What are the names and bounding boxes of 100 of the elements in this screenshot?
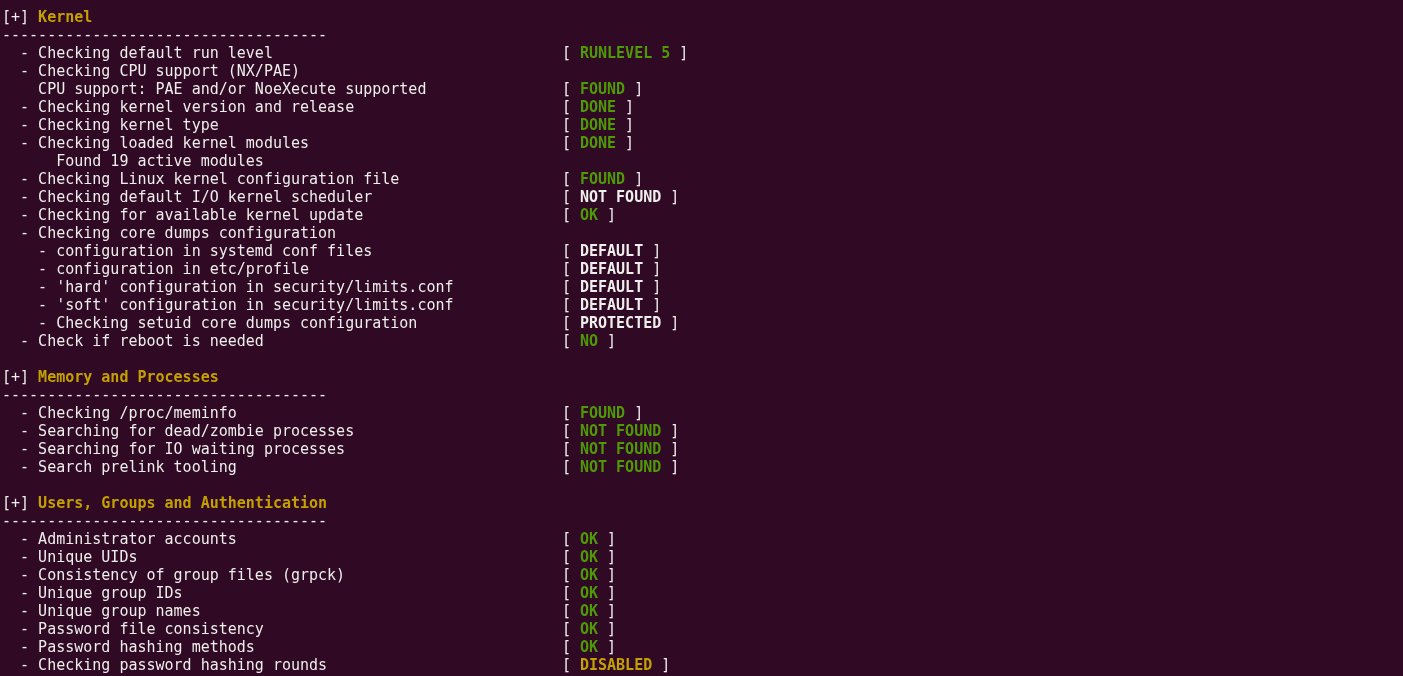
bracket-mark: [: [561, 656, 571, 674]
status-text: DONE: [579, 98, 617, 116]
bracket-mark: ]: [670, 314, 680, 332]
bracket-mark: [: [561, 296, 571, 314]
bracket-mark: ]: [607, 206, 617, 224]
bracket-mark: ]: [634, 404, 644, 422]
section-marker: [+]: [2, 494, 30, 512]
section-rule: ------------------------------------: [2, 386, 328, 404]
bracket-mark: [: [561, 98, 571, 116]
bracket-mark: [: [561, 620, 571, 638]
check-text: - Checking password hashing rounds: [20, 656, 328, 674]
check-text: - configuration in systemd conf files: [38, 242, 373, 260]
bracket-mark: [: [561, 80, 571, 98]
check-text: - Searching for dead/zombie processes: [20, 422, 355, 440]
bracket-mark: ]: [607, 530, 617, 548]
bracket-mark: [: [561, 332, 571, 350]
bracket-mark: ]: [625, 98, 635, 116]
bracket-mark: [: [561, 260, 571, 278]
status-text: NOT FOUND: [579, 458, 662, 476]
check-text: - 'soft' configuration in security/limits.conf: [38, 296, 454, 314]
bracket-mark: ]: [652, 260, 662, 278]
status-text: OK: [579, 638, 598, 656]
check-text: - configuration in etc/profile: [38, 260, 310, 278]
check-text: CPU support: PAE and/or NoeXecute supported: [38, 80, 427, 98]
check-text: - Checking setuid core dumps configuration: [38, 314, 418, 332]
bracket-mark: [: [561, 584, 571, 602]
bracket-mark: ]: [634, 80, 644, 98]
check-text: - Checking Linux kernel configuration file: [20, 170, 400, 188]
section-marker: [+]: [2, 8, 30, 26]
bracket-mark: ]: [652, 296, 662, 314]
status-text: DEFAULT: [579, 260, 644, 278]
bracket-mark: [: [561, 134, 571, 152]
bracket-mark: ]: [607, 602, 617, 620]
bracket-mark: ]: [634, 170, 644, 188]
status-text: OK: [579, 584, 598, 602]
bracket-mark: ]: [607, 620, 617, 638]
status-text: OK: [579, 548, 598, 566]
bracket-mark: [: [561, 170, 571, 188]
status-text: OK: [579, 620, 598, 638]
bracket-mark: [: [561, 566, 571, 584]
status-text: NO: [579, 332, 598, 350]
bracket-mark: ]: [652, 278, 662, 296]
bracket-mark: [: [561, 44, 571, 62]
bracket-mark: ]: [607, 566, 617, 584]
bracket-mark: [: [561, 422, 571, 440]
check-text: - Checking /proc/meminfo: [20, 404, 237, 422]
check-text: - Checking core dumps configuration: [20, 224, 337, 242]
check-text: - Unique UIDs: [20, 548, 138, 566]
bracket-mark: ]: [652, 242, 662, 260]
status-text: NOT FOUND: [579, 188, 662, 206]
bracket-mark: ]: [670, 188, 680, 206]
bracket-mark: ]: [625, 116, 635, 134]
check-text: - Checking CPU support (NX/PAE): [20, 62, 300, 80]
bracket-mark: [: [561, 278, 571, 296]
bracket-mark: ]: [607, 584, 617, 602]
section-rule: ------------------------------------: [2, 26, 328, 44]
check-text: - Password file consistency: [20, 620, 264, 638]
bracket-mark: ]: [670, 458, 680, 476]
bracket-mark: [: [561, 314, 571, 332]
bracket-mark: [: [561, 548, 571, 566]
status-text: NOT FOUND: [579, 422, 662, 440]
status-text: FOUND: [579, 170, 626, 188]
check-text: - Administrator accounts: [20, 530, 237, 548]
status-text: DEFAULT: [579, 278, 644, 296]
bracket-mark: [: [561, 404, 571, 422]
status-text: DISABLED: [579, 656, 653, 674]
section-title: Kernel: [38, 8, 93, 26]
bracket-mark: ]: [670, 422, 680, 440]
status-text: NOT FOUND: [579, 440, 662, 458]
check-text: - Checking kernel version and release: [20, 98, 355, 116]
check-text: - Checking default run level: [20, 44, 273, 62]
status-text: OK: [579, 206, 598, 224]
check-text: - 'hard' configuration in security/limits.conf: [38, 278, 454, 296]
bracket-mark: ]: [679, 44, 689, 62]
check-text: Found 19 active modules: [56, 152, 264, 170]
status-text: DEFAULT: [579, 242, 644, 260]
check-text: - Password hashing methods: [20, 638, 255, 656]
check-text: - Search prelink tooling: [20, 458, 237, 476]
status-text: FOUND: [579, 80, 626, 98]
status-text: DONE: [579, 116, 617, 134]
check-text: - Checking default I/O kernel scheduler: [20, 188, 373, 206]
bracket-mark: ]: [607, 638, 617, 656]
bracket-mark: ]: [625, 134, 635, 152]
section-marker: [+]: [2, 368, 30, 386]
check-text: - Unique group IDs: [20, 584, 183, 602]
bracket-mark: ]: [670, 440, 680, 458]
bracket-mark: [: [561, 638, 571, 656]
bracket-mark: [: [561, 530, 571, 548]
status-text: DONE: [579, 134, 617, 152]
section-title: Users, Groups and Authentication: [38, 494, 328, 512]
check-text: - Consistency of group files (grpck): [20, 566, 346, 584]
status-text: PROTECTED: [579, 314, 662, 332]
check-text: - Unique group names: [20, 602, 201, 620]
check-text: - Checking loaded kernel modules: [20, 134, 310, 152]
bracket-mark: [: [561, 602, 571, 620]
bracket-mark: [: [561, 188, 571, 206]
bracket-mark: ]: [661, 656, 671, 674]
bracket-mark: [: [561, 116, 571, 134]
check-text: - Checking kernel type: [20, 116, 219, 134]
bracket-mark: ]: [607, 548, 617, 566]
